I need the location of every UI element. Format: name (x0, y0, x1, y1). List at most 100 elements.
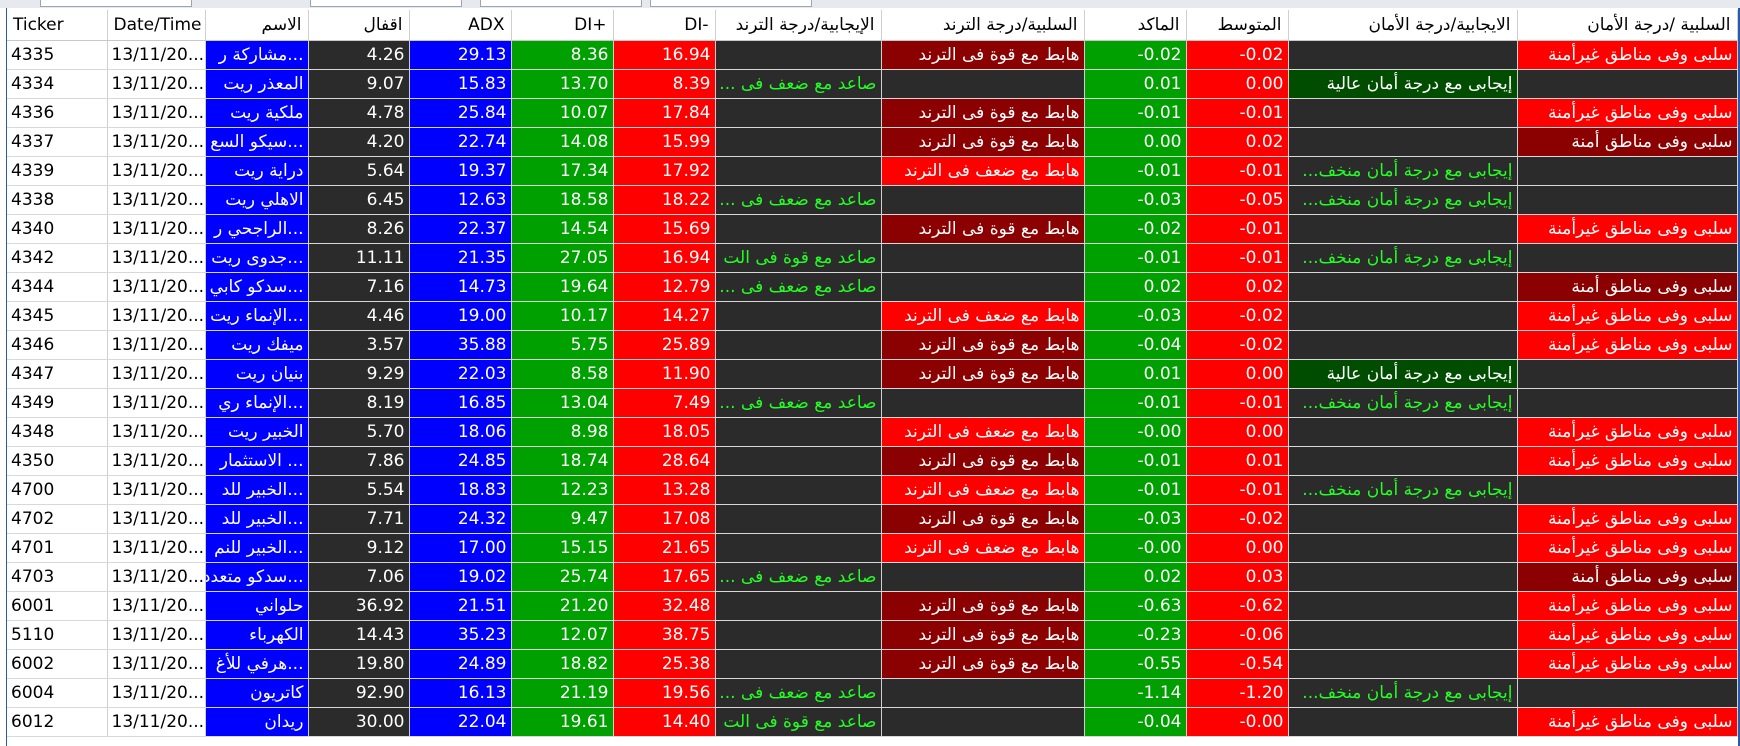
cell-ticker[interactable]: 6002 (7, 649, 108, 679)
cell-negative-safety[interactable]: سلبى وفى مناطق غيرأمنة (1517, 620, 1738, 650)
cell-negative-trend[interactable]: هابط مع قوة فى الترند (881, 214, 1085, 244)
cell-adx[interactable]: 21.35 (409, 243, 512, 273)
cell-di-plus[interactable]: 19.64 (511, 272, 614, 302)
cell-positive-trend[interactable] (715, 475, 882, 505)
cell-macd[interactable]: -0.00 (1084, 417, 1187, 447)
cell-macd[interactable]: -0.00 (1084, 533, 1187, 563)
cell-adx[interactable]: 24.85 (409, 446, 512, 476)
toolbar-control-2[interactable] (310, 0, 462, 7)
cell-close[interactable]: 5.54 (308, 475, 410, 505)
cell-average[interactable]: 0.00 (1186, 69, 1289, 99)
cell-name[interactable]: ...الإنماء ريت (205, 301, 309, 331)
cell-positive-safety[interactable] (1288, 40, 1518, 70)
cell-negative-safety[interactable]: سلبى وفى مناطق غيرأمنة (1517, 591, 1738, 621)
cell-ticker[interactable]: 4702 (7, 504, 108, 534)
cell-close[interactable]: 6.45 (308, 185, 410, 215)
table-row[interactable]: 4336 13/11/20... ملكية ريت 4.78 25.84 10.07 17… (7, 98, 1738, 128)
table-row[interactable]: 4700 13/11/20... ...الخبير للد 5.54 18.83 12.… (7, 475, 1738, 505)
cell-negative-trend[interactable]: هابط مع ضعف فى الترند (881, 301, 1085, 331)
col-header-di-plus[interactable]: DI+ (511, 10, 614, 41)
cell-datetime[interactable]: 13/11/20... (107, 446, 206, 476)
cell-negative-trend[interactable] (881, 562, 1085, 592)
cell-negative-safety[interactable]: سلبى وفى مناطق غيرأمنة (1517, 707, 1738, 737)
cell-average[interactable]: 0.02 (1186, 272, 1289, 302)
cell-datetime[interactable]: 13/11/20... (107, 98, 206, 128)
cell-positive-safety[interactable]: إيجابى مع درجة أمان منخف... (1288, 475, 1518, 505)
cell-negative-safety[interactable]: سلبى وفى مناطق غيرأمنة (1517, 98, 1738, 128)
col-header-close[interactable]: اقفال (308, 10, 410, 41)
cell-datetime[interactable]: 13/11/20... (107, 330, 206, 360)
cell-negative-trend[interactable]: هابط مع قوة فى الترند (881, 330, 1085, 360)
cell-positive-trend[interactable]: صاعد مع ضعف فى ... (715, 562, 882, 592)
cell-di-plus[interactable]: 18.58 (511, 185, 614, 215)
cell-name[interactable]: ...سدكو كابي (205, 272, 309, 302)
cell-di-plus[interactable]: 8.98 (511, 417, 614, 447)
cell-positive-trend[interactable] (715, 649, 882, 679)
cell-negative-safety[interactable] (1517, 156, 1738, 186)
cell-datetime[interactable]: 13/11/20... (107, 678, 206, 708)
cell-di-minus[interactable]: 18.22 (613, 185, 716, 215)
cell-average[interactable]: 0.01 (1186, 446, 1289, 476)
cell-negative-safety[interactable] (1517, 388, 1738, 418)
cell-negative-trend[interactable]: هابط مع ضعف فى الترند (881, 156, 1085, 186)
cell-close[interactable]: 4.46 (308, 301, 410, 331)
table-row[interactable]: 4345 13/11/20... ...الإنماء ريت 4.46 19.00 10… (7, 301, 1738, 331)
cell-negative-safety[interactable] (1517, 243, 1738, 273)
cell-ticker[interactable]: 4346 (7, 330, 108, 360)
cell-macd[interactable]: -0.01 (1084, 98, 1187, 128)
cell-average[interactable]: -0.01 (1186, 388, 1289, 418)
cell-negative-safety[interactable]: سلبى وفى مناطق غيرأمنة (1517, 446, 1738, 476)
cell-di-minus[interactable]: 17.65 (613, 562, 716, 592)
table-row[interactable]: 4703 13/11/20... ...سدكو متعدد 7.06 19.02 25.… (7, 562, 1738, 592)
cell-datetime[interactable]: 13/11/20... (107, 185, 206, 215)
cell-adx[interactable]: 17.00 (409, 533, 512, 563)
cell-macd[interactable]: -0.03 (1084, 504, 1187, 534)
cell-average[interactable]: -0.06 (1186, 620, 1289, 650)
cell-negative-safety[interactable] (1517, 475, 1738, 505)
cell-average[interactable]: -0.01 (1186, 156, 1289, 186)
cell-macd[interactable]: -0.03 (1084, 185, 1187, 215)
cell-ticker[interactable]: 4349 (7, 388, 108, 418)
cell-datetime[interactable]: 13/11/20... (107, 359, 206, 389)
cell-close[interactable]: 8.26 (308, 214, 410, 244)
cell-datetime[interactable]: 13/11/20... (107, 707, 206, 737)
cell-di-plus[interactable]: 18.74 (511, 446, 614, 476)
cell-di-plus[interactable]: 19.61 (511, 707, 614, 737)
cell-negative-safety[interactable]: سلبى وفى مناطق أمنة (1517, 562, 1738, 592)
cell-negative-trend[interactable] (881, 185, 1085, 215)
cell-positive-trend[interactable]: صاعد مع ضعف فى ... (715, 69, 882, 99)
cell-macd[interactable]: -0.63 (1084, 591, 1187, 621)
cell-positive-trend[interactable] (715, 40, 882, 70)
cell-macd[interactable]: -0.01 (1084, 446, 1187, 476)
cell-negative-safety[interactable]: سلبى وفى مناطق أمنة (1517, 127, 1738, 157)
cell-datetime[interactable]: 13/11/20... (107, 127, 206, 157)
cell-di-plus[interactable]: 17.34 (511, 156, 614, 186)
table-row[interactable]: 4344 13/11/20... ...سدكو كابي 7.16 14.73 19.6… (7, 272, 1738, 302)
cell-negative-safety[interactable]: سلبى وفى مناطق غيرأمنة (1517, 533, 1738, 563)
table-row[interactable]: 4346 13/11/20... ميفك ريت 3.57 35.88 5.75 25.8… (7, 330, 1738, 360)
cell-positive-safety[interactable] (1288, 214, 1518, 244)
cell-positive-trend[interactable]: صاعد مع ضعف فى ... (715, 678, 882, 708)
cell-positive-safety[interactable] (1288, 591, 1518, 621)
cell-di-minus[interactable]: 21.65 (613, 533, 716, 563)
cell-adx[interactable]: 35.23 (409, 620, 512, 650)
table-row[interactable]: 4334 13/11/20... المعذر ريت 9.07 15.83 13.70 8… (7, 69, 1738, 99)
cell-positive-trend[interactable] (715, 533, 882, 563)
cell-average[interactable]: -0.02 (1186, 504, 1289, 534)
cell-positive-safety[interactable] (1288, 301, 1518, 331)
cell-ticker[interactable]: 4334 (7, 69, 108, 99)
cell-di-minus[interactable]: 17.92 (613, 156, 716, 186)
cell-close[interactable]: 5.64 (308, 156, 410, 186)
cell-negative-trend[interactable]: هابط مع قوة فى الترند (881, 98, 1085, 128)
cell-negative-trend[interactable]: هابط مع قوة فى الترند (881, 620, 1085, 650)
cell-negative-trend[interactable]: هابط مع ضعف فى الترند (881, 417, 1085, 447)
cell-close[interactable]: 9.12 (308, 533, 410, 563)
cell-di-plus[interactable]: 10.07 (511, 98, 614, 128)
col-header-positive-trend[interactable]: الإيجابية/درجة الترند (715, 10, 882, 41)
cell-name[interactable]: ...هرفي للأغ (205, 649, 309, 679)
cell-ticker[interactable]: 4337 (7, 127, 108, 157)
cell-name[interactable]: ...مشاركة ر (205, 40, 309, 70)
cell-di-plus[interactable]: 10.17 (511, 301, 614, 331)
cell-negative-safety[interactable]: سلبى وفى مناطق أمنة (1517, 272, 1738, 302)
cell-datetime[interactable]: 13/11/20... (107, 620, 206, 650)
